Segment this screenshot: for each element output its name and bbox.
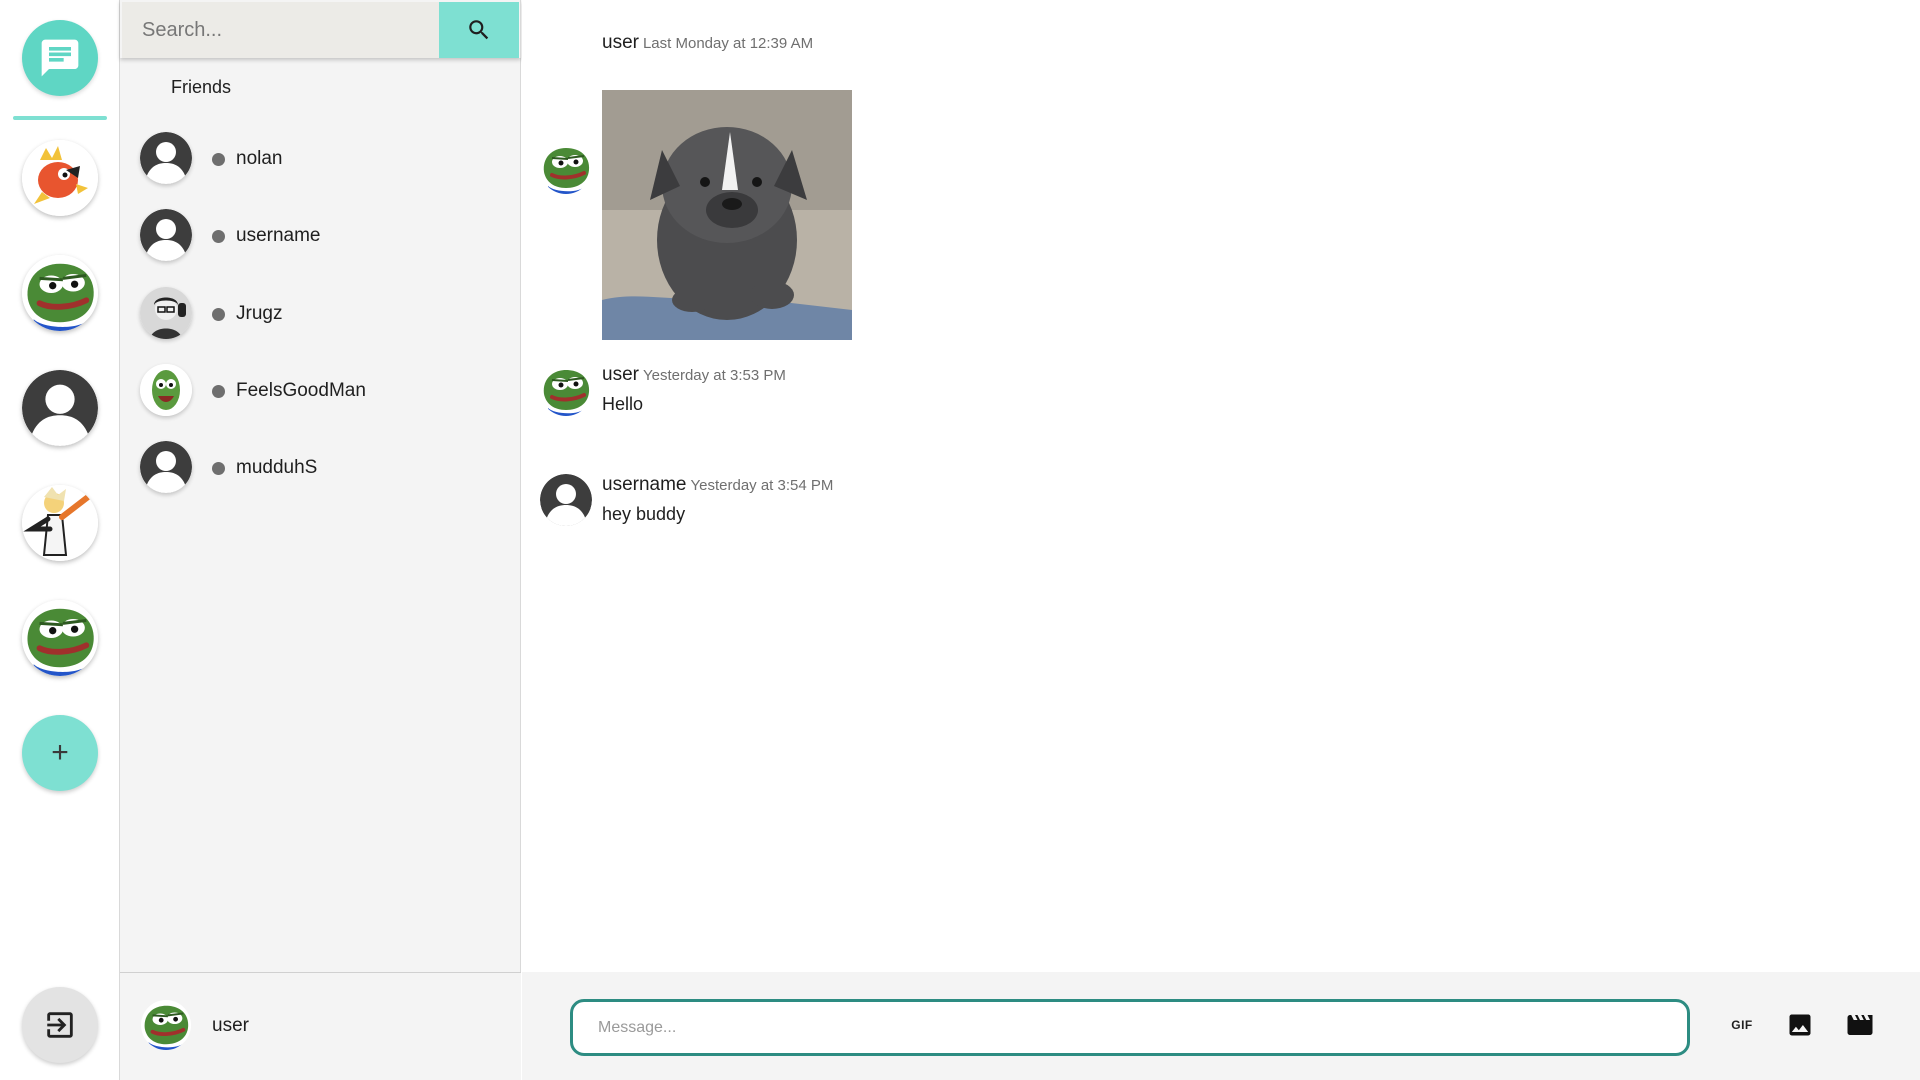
pepe-avatar-icon: [540, 364, 592, 416]
message-header: user Yesterday at 3:53 PM: [602, 364, 786, 386]
server-pepe[interactable]: [22, 255, 98, 331]
friend-name: nolan: [236, 148, 283, 169]
logout-icon: [47, 1012, 73, 1038]
dab-server-icon: [22, 485, 98, 561]
friend-item-jrugz[interactable]: Jrugz: [120, 281, 521, 345]
pepe-avatar-icon: [141, 1000, 191, 1050]
add-server-button[interactable]: +: [22, 715, 98, 791]
status-dot: [212, 308, 225, 321]
message-time: Yesterday at 3:53 PM: [642, 367, 786, 384]
message-header: username Yesterday at 3:54 PM: [602, 474, 833, 496]
status-dot: [212, 462, 225, 475]
message-text: hey buddy: [602, 504, 686, 524]
current-user-name: user: [212, 1015, 249, 1036]
avatar: [140, 364, 192, 416]
magikarp-server-icon: [22, 140, 98, 216]
message-time: Last Monday at 12:39 AM: [642, 35, 814, 52]
pepe-avatar-icon: [540, 142, 592, 194]
avatar: [141, 1000, 191, 1050]
message-author: username: [602, 474, 687, 495]
gif-button[interactable]: GIF: [1719, 1002, 1765, 1048]
search-bar: [120, 0, 521, 58]
friend-item-username[interactable]: username: [120, 203, 521, 267]
default-avatar-server-icon: [22, 370, 98, 446]
photo-avatar-icon: [140, 287, 192, 339]
plus-icon: +: [51, 736, 69, 769]
pepe-server-2-icon: [22, 600, 98, 676]
status-dot: [212, 153, 225, 166]
message-input[interactable]: [570, 999, 1690, 1056]
image-button[interactable]: [1777, 1002, 1823, 1048]
movie-icon: [1847, 1015, 1873, 1035]
default-avatar-icon: [540, 474, 592, 526]
default-avatar-icon: [140, 209, 192, 261]
avatar: [540, 474, 592, 526]
default-avatar-icon: [140, 132, 192, 184]
friends-panel: Friends nolan username Jrugz: [120, 0, 521, 1080]
message-author: user: [602, 364, 639, 385]
server-rail: +: [0, 0, 120, 1080]
search-icon: [469, 20, 489, 40]
message-author: user: [602, 32, 639, 53]
friend-name: mudduhS: [236, 457, 318, 478]
avatar: [540, 142, 592, 194]
chat-area: user Last Monday at 12:39 AM user Yester…: [522, 0, 1920, 972]
composer: GIF: [522, 972, 1920, 1080]
friends-heading: Friends: [171, 77, 232, 97]
chat-bubble-icon: [41, 39, 79, 77]
message-header: user Last Monday at 12:39 AM: [602, 32, 813, 54]
friend-name: FeelsGoodMan: [236, 380, 366, 401]
friend-name: username: [236, 225, 321, 246]
server-magikarp[interactable]: [22, 140, 98, 216]
avatar: [540, 364, 592, 416]
friend-item-mudduhs[interactable]: mudduhS: [120, 435, 521, 499]
message-time: Yesterday at 3:54 PM: [690, 477, 834, 494]
avatar: [140, 441, 192, 493]
server-dab[interactable]: [22, 485, 98, 561]
pepe-server-icon: [22, 255, 98, 331]
friend-item-nolan[interactable]: nolan: [120, 126, 521, 190]
message-text: Hello: [602, 394, 644, 414]
gif-icon: GIF: [1731, 1018, 1753, 1032]
server-pepe-2[interactable]: [22, 600, 98, 676]
home-button[interactable]: [22, 20, 98, 96]
friend-name: Jrugz: [236, 303, 283, 324]
current-user-panel: user: [120, 972, 521, 1080]
pepe-avatar-icon: [140, 364, 192, 416]
avatar: [140, 209, 192, 261]
server-default[interactable]: [22, 370, 98, 446]
avatar: [140, 287, 192, 339]
friend-item-feelsgoodman[interactable]: FeelsGoodMan: [120, 358, 521, 422]
default-avatar-icon: [140, 441, 192, 493]
status-dot: [212, 385, 225, 398]
logout-button[interactable]: [22, 987, 98, 1063]
image-icon: [1789, 1014, 1811, 1036]
video-button[interactable]: [1837, 1002, 1883, 1048]
avatar: [140, 132, 192, 184]
status-dot: [212, 230, 225, 243]
puppy-gif-image[interactable]: [602, 90, 852, 340]
active-indicator: [13, 116, 107, 120]
search-input[interactable]: [122, 2, 440, 58]
search-button[interactable]: [439, 2, 519, 58]
